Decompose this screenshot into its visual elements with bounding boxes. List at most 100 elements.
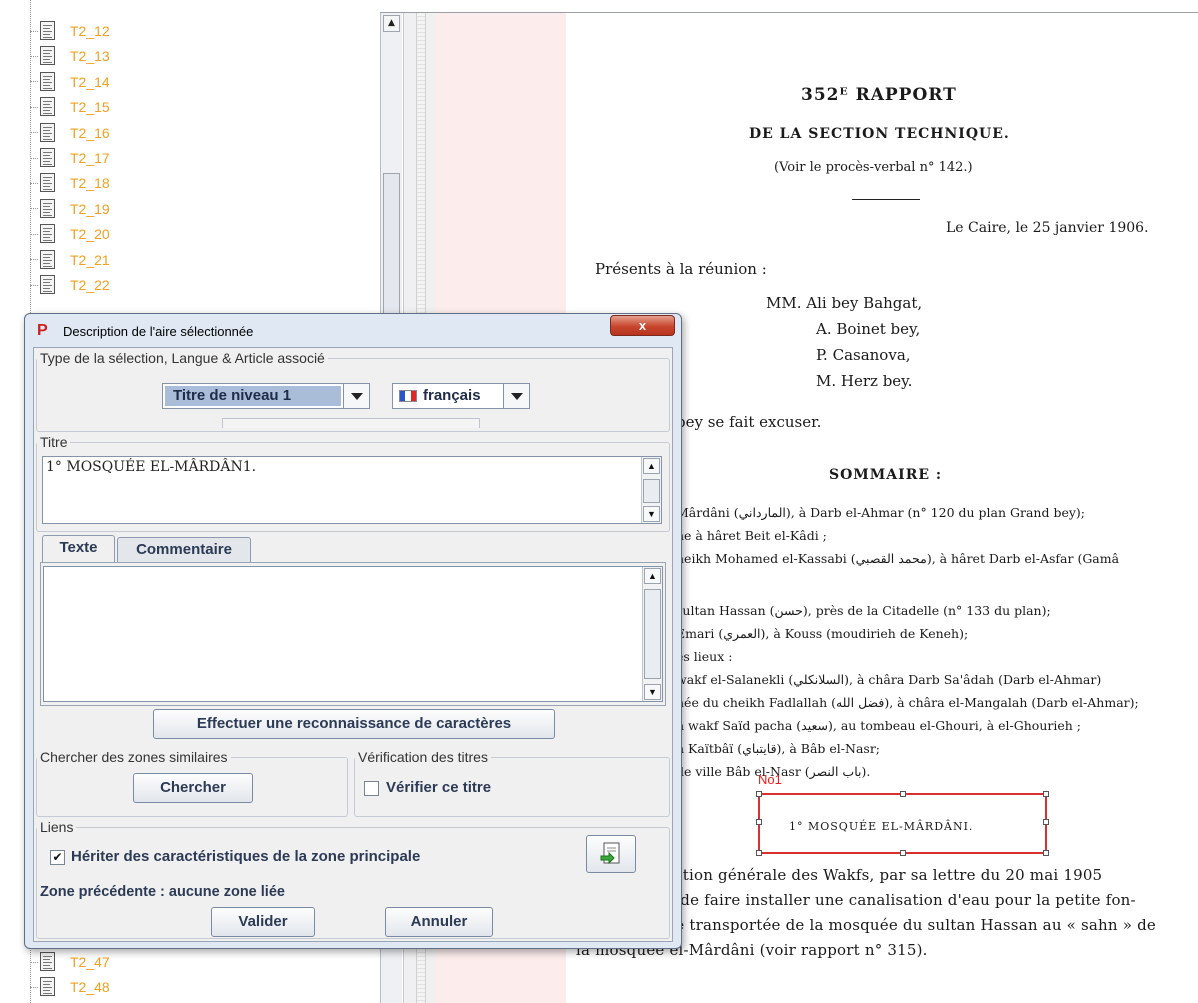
verify-checkbox[interactable] — [364, 781, 379, 796]
resize-handle[interactable] — [756, 850, 762, 856]
inherit-checkbox[interactable]: ✔ — [50, 850, 65, 865]
tree-item[interactable]: T2_19 — [30, 197, 110, 221]
tree-item[interactable]: T2_14 — [30, 70, 110, 94]
document-icon-line — [43, 84, 50, 86]
ocr-button[interactable]: Effectuer une reconnaissance de caractèr… — [153, 709, 555, 739]
document-icon — [38, 951, 58, 973]
tab-commentaire[interactable]: Commentaire — [117, 537, 251, 563]
type-select[interactable]: Titre de niveau 1 — [162, 383, 370, 409]
summary-line: h Kaïtbâï (قايتباي), à Bâb el-Nasr; — [676, 741, 881, 756]
tree-connector — [30, 55, 38, 57]
tree-item-label: T2_13 — [70, 48, 110, 65]
scroll-thumb[interactable] — [383, 173, 400, 323]
document-icon-line — [43, 282, 50, 283]
selection-zone-label: No1 — [758, 772, 782, 787]
search-button[interactable]: Chercher — [133, 773, 253, 803]
document-icon-line — [43, 993, 52, 995]
tree-item[interactable]: T2_16 — [30, 121, 110, 145]
document-icon-line — [43, 211, 50, 213]
doc-title: 352ᴱ RAPPORT — [801, 85, 957, 105]
body-line: tration générale des Wakfs, par sa lettr… — [660, 866, 1103, 884]
scroll-down-arrow-icon[interactable]: ▼ — [644, 684, 661, 700]
tree-item[interactable]: T2_17 — [30, 146, 110, 170]
tree-item[interactable]: T2_47 — [30, 950, 110, 974]
section-verification-label: Vérification des titres — [358, 749, 488, 765]
dialog-titlebar[interactable]: P Description de l'aire sélectionnée x — [25, 314, 681, 348]
document-icon-page — [40, 224, 55, 244]
resize-handle[interactable] — [1043, 819, 1049, 825]
close-button[interactable]: x — [610, 315, 675, 336]
resize-handle[interactable] — [900, 850, 906, 856]
tree-item-label: T2_15 — [70, 99, 110, 116]
cancel-button[interactable]: Annuler — [385, 907, 493, 937]
doc-excuse: bey se fait excuser. — [676, 413, 822, 431]
tree-item[interactable]: T2_22 — [30, 273, 110, 297]
resize-handle[interactable] — [1043, 791, 1049, 797]
scroll-thumb[interactable] — [644, 589, 661, 679]
document-icon-line — [43, 981, 52, 983]
titre-scrollbar[interactable]: ▲ ▼ — [641, 457, 661, 523]
document-icon — [38, 45, 58, 67]
verify-checkbox-label[interactable]: Vérifier ce titre — [386, 779, 491, 796]
resize-handle[interactable] — [756, 791, 762, 797]
tree-item[interactable]: T2_18 — [30, 171, 110, 195]
tree-item[interactable]: T2_15 — [30, 95, 110, 119]
tree-connector — [30, 132, 38, 134]
document-icon-page — [40, 46, 55, 66]
inherit-checkbox-label[interactable]: Hériter des caractéristiques de la zone … — [71, 848, 420, 865]
document-icon-line — [43, 990, 50, 992]
tree-item[interactable]: T2_12 — [30, 19, 110, 43]
document-icon-line — [43, 158, 52, 159]
validate-button[interactable]: Valider — [211, 907, 315, 937]
scroll-down-arrow-icon[interactable]: ▼ — [643, 506, 660, 522]
scroll-up-arrow-icon[interactable]: ▲ — [644, 568, 661, 584]
tree-item[interactable]: T2_13 — [30, 44, 110, 68]
doc-presents: Présents à la réunion : — [595, 260, 767, 278]
scroll-thumb[interactable] — [643, 479, 660, 503]
section-liens-label: Liens — [40, 819, 74, 835]
document-icon-line — [43, 31, 52, 32]
summary-line: Emari (العمري), à Kouss (moudirieh de Ke… — [676, 626, 969, 641]
scroll-up-arrow-icon[interactable]: ▲ — [643, 458, 660, 474]
link-zone-button[interactable] — [586, 835, 636, 873]
tree-item-label: T2_47 — [70, 954, 110, 970]
tab-texte[interactable]: Texte — [42, 535, 115, 563]
tree-connector — [30, 259, 38, 261]
chevron-down-icon[interactable] — [343, 384, 369, 408]
document-icon-line — [43, 155, 50, 156]
document-icon-line — [43, 205, 50, 207]
document-icon — [38, 147, 58, 169]
article-field[interactable] — [222, 418, 480, 428]
titre-textarea[interactable]: 1° MOSQUÉE EL-MÂRDÂN1. ▲ ▼ — [42, 456, 662, 524]
document-icon-line — [43, 285, 52, 286]
document-icon-line — [43, 214, 52, 216]
language-select[interactable]: français — [392, 383, 530, 409]
document-icon-line — [43, 228, 52, 230]
scroll-up-arrow-icon[interactable]: ▲ — [383, 15, 400, 32]
body-line: été transportée de la mosquée du sultan … — [660, 916, 1156, 934]
resize-handle[interactable] — [900, 791, 906, 797]
chevron-down-icon[interactable] — [503, 384, 529, 408]
summary-line: ne à hâret Beit el-Kâdi ; — [676, 528, 827, 543]
tab-panel: ▲ ▼ — [40, 562, 666, 706]
description-dialog[interactable]: P Description de l'aire sélectionnée x T… — [24, 313, 682, 949]
resize-handle[interactable] — [1043, 850, 1049, 856]
tree-item-label: T2_48 — [70, 979, 110, 996]
texte-scrollbar[interactable]: ▲ ▼ — [642, 567, 662, 701]
section-similar-label: Chercher des zones similaires — [40, 749, 228, 765]
document-icon-page — [40, 71, 55, 91]
resize-handle[interactable] — [756, 819, 762, 825]
document-icon-line — [43, 75, 52, 77]
tree-item[interactable]: T2_48 — [30, 975, 110, 999]
tree-item[interactable]: T2_20 — [30, 222, 110, 246]
tree-item[interactable]: T2_21 — [30, 248, 110, 272]
document-icon — [38, 223, 58, 245]
document-icon-line — [43, 288, 50, 289]
document-icon-line — [43, 101, 52, 103]
document-icon-line — [43, 265, 52, 267]
document-icon-line — [43, 234, 52, 236]
doc-subtitle: DE LA SECTION TECHNIQUE. — [749, 126, 1010, 142]
document-icon — [38, 976, 58, 998]
texte-textarea[interactable]: ▲ ▼ — [43, 566, 663, 702]
doc-sommaire: SOMMAIRE : — [829, 467, 943, 483]
